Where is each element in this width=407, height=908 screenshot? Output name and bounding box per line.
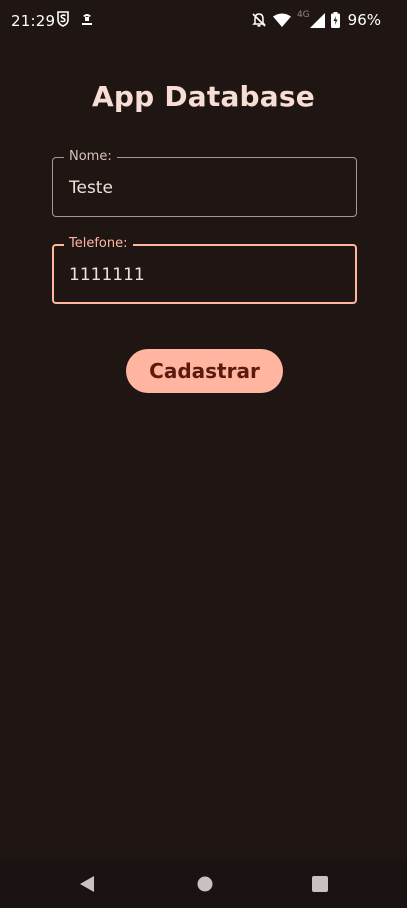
wifi-icon — [272, 13, 291, 27]
s-shield-icon — [56, 11, 72, 27]
notifications-off-icon — [251, 12, 267, 28]
phone-field-label: Telefone: — [64, 236, 133, 252]
home-icon[interactable] — [195, 874, 215, 894]
page-title: App Database — [92, 80, 315, 113]
battery-charging-icon — [330, 12, 340, 28]
app-notification-icon — [80, 11, 96, 27]
name-field-label: Nome: — [64, 149, 117, 165]
status-icons: 4G 96% — [251, 10, 381, 30]
battery-level: 96% — [347, 11, 381, 29]
name-field-value[interactable]: Teste — [69, 177, 113, 199]
back-icon[interactable] — [77, 874, 97, 894]
phone-field[interactable]: Telefone: 1111111 — [52, 236, 357, 304]
phone-field-value[interactable]: 1111111 — [69, 264, 145, 286]
network-type-label: 4G — [296, 10, 310, 20]
status-bar: 21:29 4G 96% — [0, 0, 407, 42]
recents-icon[interactable] — [310, 874, 330, 894]
cell-signal-icon — [309, 12, 325, 28]
navigation-bar — [0, 860, 407, 908]
submit-button[interactable]: Cadastrar — [126, 349, 283, 393]
name-field[interactable]: Nome: Teste — [52, 149, 357, 217]
status-time: 21:29 — [11, 12, 56, 30]
app-screen: 21:29 4G 96% App Database Nome: Teste Te… — [0, 0, 407, 908]
